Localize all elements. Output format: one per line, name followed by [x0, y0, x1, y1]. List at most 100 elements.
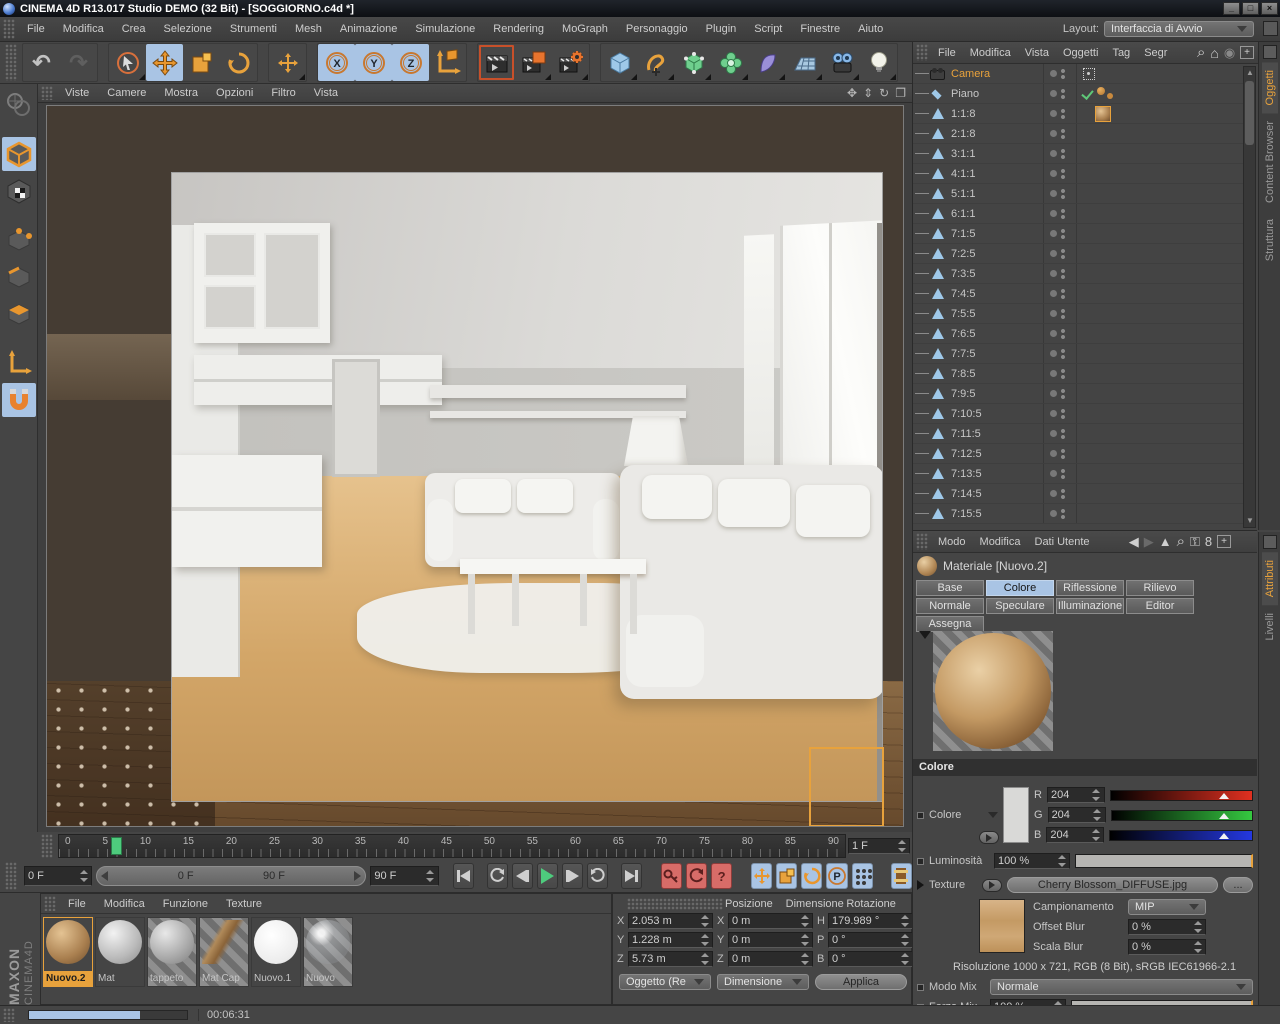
rotation-field[interactable]: 179.989 °	[828, 913, 913, 929]
add-generator-button[interactable]	[675, 44, 712, 81]
next-frame-button[interactable]	[561, 863, 583, 889]
eye-icon[interactable]: ◉	[1224, 45, 1235, 61]
texture-file-button[interactable]: Cherry Blossom_DIFFUSE.jpg	[1007, 877, 1218, 893]
range-right-handle[interactable]	[354, 871, 362, 881]
home-icon[interactable]: ⌂	[1210, 45, 1218, 61]
menu-item[interactable]: File	[18, 20, 54, 38]
mix-mode-select[interactable]: Normale	[990, 979, 1253, 995]
object-tags[interactable]	[1081, 286, 1141, 302]
visibility-toggles[interactable]	[1043, 264, 1077, 283]
object-row[interactable]: 2:1:8	[913, 124, 1247, 144]
visibility-toggles[interactable]	[1043, 284, 1077, 303]
offset-blur-field[interactable]: 0 %	[1128, 919, 1206, 935]
texture-browse-button[interactable]: ...	[1223, 877, 1253, 893]
dock-icon[interactable]	[1262, 45, 1277, 59]
color-picker-button[interactable]	[979, 831, 999, 844]
object-tags[interactable]	[1081, 346, 1141, 362]
key-pla-button[interactable]	[852, 863, 874, 889]
go-to-start-button[interactable]	[453, 863, 475, 889]
render-settings-button[interactable]	[552, 44, 589, 81]
object-manager-menu-item[interactable]: File	[931, 44, 963, 62]
visibility-toggles[interactable]	[1043, 124, 1077, 143]
object-row[interactable]: 7:3:5	[913, 264, 1247, 284]
live-selection-tool[interactable]	[109, 44, 146, 81]
sampling-select[interactable]: MIP	[1128, 899, 1206, 915]
object-row[interactable]: 7:11:5	[913, 424, 1247, 444]
play-forwards-button[interactable]	[587, 863, 609, 889]
object-row[interactable]: 7:9:5	[913, 384, 1247, 404]
object-list-scrollbar[interactable]: ▲ ▼	[1243, 66, 1256, 528]
viewport-canvas[interactable]	[46, 105, 904, 827]
dimension-field[interactable]: 0 m	[728, 932, 813, 948]
visibility-toggles[interactable]	[1043, 304, 1077, 323]
mix-mode-checkbox[interactable]	[917, 983, 924, 991]
menu-item[interactable]: Aiuto	[849, 20, 892, 38]
key-rotation-button[interactable]	[801, 863, 823, 889]
search-icon[interactable]: ⌕	[1197, 44, 1205, 61]
position-field[interactable]: 5.73 m	[628, 951, 713, 967]
undo-button[interactable]: ↶	[23, 44, 60, 81]
viewport-menu-item[interactable]: Opzioni	[207, 85, 262, 101]
timeline-grip[interactable]	[41, 834, 53, 858]
material-channel-tab[interactable]: Normale	[916, 598, 984, 614]
object-row[interactable]: 7:6:5	[913, 324, 1247, 344]
texture-expand-icon[interactable]	[917, 880, 924, 890]
dock-tab[interactable]: Oggetti	[1261, 62, 1278, 114]
add-light-button[interactable]	[860, 44, 897, 81]
object-tags[interactable]	[1081, 166, 1141, 182]
object-tags[interactable]	[1081, 326, 1141, 342]
model-mode-button[interactable]	[1, 137, 36, 171]
object-tags[interactable]	[1081, 86, 1141, 102]
object-tags[interactable]	[1081, 186, 1141, 202]
range-end-field[interactable]: 90 F	[370, 866, 439, 886]
material-menu-item[interactable]: File	[59, 895, 95, 913]
timeline-ruler[interactable]: 0 5 10 15 20 25 30 35 40 45 50 55 60 65 70 75 80 85 90	[58, 834, 846, 858]
rotate-tool[interactable]	[220, 44, 257, 81]
red-field[interactable]: 204	[1046, 787, 1105, 803]
mini-timeline-button[interactable]	[890, 863, 912, 889]
layout-select[interactable]: Interfaccia di Avvio	[1104, 21, 1254, 37]
viewport-menu-item[interactable]: Viste	[56, 85, 98, 101]
red-slider[interactable]	[1109, 789, 1253, 801]
object-row[interactable]: 7:5:5	[913, 304, 1247, 324]
object-row[interactable]: 7:7:5	[913, 344, 1247, 364]
previous-frame-button[interactable]	[511, 863, 533, 889]
points-mode-button[interactable]	[2, 223, 36, 257]
visibility-toggles[interactable]	[1043, 224, 1077, 243]
dimension-field[interactable]: 0 m	[728, 913, 813, 929]
menu-item[interactable]: Plugin	[697, 20, 746, 38]
object-manager-menu-item[interactable]: Oggetti	[1056, 44, 1105, 62]
object-tags[interactable]	[1081, 366, 1141, 382]
view-zoom-icon[interactable]: ⇕	[863, 86, 873, 100]
play-button[interactable]	[536, 863, 558, 889]
view-pan-icon[interactable]: ✥	[847, 86, 857, 100]
object-tags[interactable]	[1081, 426, 1141, 442]
object-tags[interactable]	[1081, 466, 1141, 482]
visibility-toggles[interactable]	[1043, 424, 1077, 443]
attr-add-icon[interactable]: +	[1217, 535, 1231, 548]
visibility-toggles[interactable]	[1043, 464, 1077, 483]
menu-item[interactable]: Rendering	[484, 20, 553, 38]
close-button[interactable]: ×	[1261, 2, 1278, 15]
brightness-checkbox[interactable]	[917, 857, 924, 865]
add-modeling-object-button[interactable]	[712, 44, 749, 81]
lock-x-axis-button[interactable]: X	[318, 44, 355, 81]
apply-button[interactable]: Applica	[815, 974, 907, 990]
visibility-toggles[interactable]	[1043, 184, 1077, 203]
dock-tab[interactable]: Livelli	[1262, 605, 1278, 649]
link-icon[interactable]: 8	[1205, 534, 1212, 549]
lock-y-axis-button[interactable]: Y	[355, 44, 392, 81]
material-menu-item[interactable]: Funzione	[154, 895, 217, 913]
snap-mode-button[interactable]	[1, 383, 36, 417]
object-manager-grip[interactable]	[916, 44, 928, 61]
attr-search-icon[interactable]: ⌕	[1177, 533, 1185, 550]
dimension-field[interactable]: 0 m	[728, 951, 813, 967]
add-scene-object-button[interactable]	[786, 44, 823, 81]
material-channel-tab[interactable]: Riflessione	[1056, 580, 1124, 596]
object-row[interactable]: 7:1:5	[913, 224, 1247, 244]
attribute-menu-item[interactable]: Modo	[931, 533, 973, 551]
object-tags[interactable]	[1081, 105, 1141, 122]
view-maximize-icon[interactable]: ❐	[895, 86, 906, 100]
panel-corner-icon[interactable]	[1263, 21, 1278, 36]
position-field[interactable]: 2.053 m	[628, 913, 713, 929]
